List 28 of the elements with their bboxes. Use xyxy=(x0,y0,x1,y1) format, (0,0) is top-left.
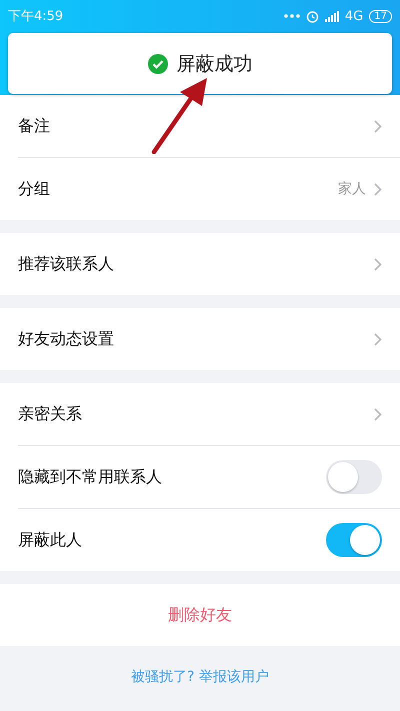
toggle-switch[interactable] xyxy=(326,460,382,494)
chevron-right-icon xyxy=(374,182,382,196)
setting-label: 隐藏到不常用联系人 xyxy=(18,466,163,488)
chevron-right-icon xyxy=(374,258,382,270)
setting-label: 亲密关系 xyxy=(18,404,83,424)
chevron-right-icon xyxy=(374,332,382,346)
settings-row[interactable]: 推荐该联系人 xyxy=(0,233,400,295)
battery-level: 17 xyxy=(369,10,392,22)
settings-row[interactable]: 分组 家人 xyxy=(0,158,400,220)
more-dots-icon xyxy=(284,14,300,18)
check-circle-icon xyxy=(148,54,168,74)
setting-label: 屏蔽此人 xyxy=(18,530,83,550)
network-type: 4G xyxy=(344,8,364,24)
clock-time: 下午4:59 xyxy=(8,8,64,25)
toggle-switch[interactable] xyxy=(326,523,382,557)
settings-row[interactable]: 备注 xyxy=(0,95,400,157)
chevron-right-icon xyxy=(374,120,382,132)
settings-row[interactable]: 好友动态设置 xyxy=(0,308,400,370)
setting-label: 分组 xyxy=(18,178,51,200)
settings-row[interactable]: 亲密关系 xyxy=(0,383,400,445)
setting-label: 备注 xyxy=(18,116,51,136)
setting-value: 家人 xyxy=(338,180,366,198)
signal-icon xyxy=(324,10,339,22)
setting-label: 好友动态设置 xyxy=(18,328,115,350)
toast-text: 屏蔽成功 xyxy=(176,52,252,76)
alarm-clock-icon xyxy=(306,10,319,22)
chevron-right-icon xyxy=(374,408,382,420)
setting-label: 推荐该联系人 xyxy=(18,254,115,274)
